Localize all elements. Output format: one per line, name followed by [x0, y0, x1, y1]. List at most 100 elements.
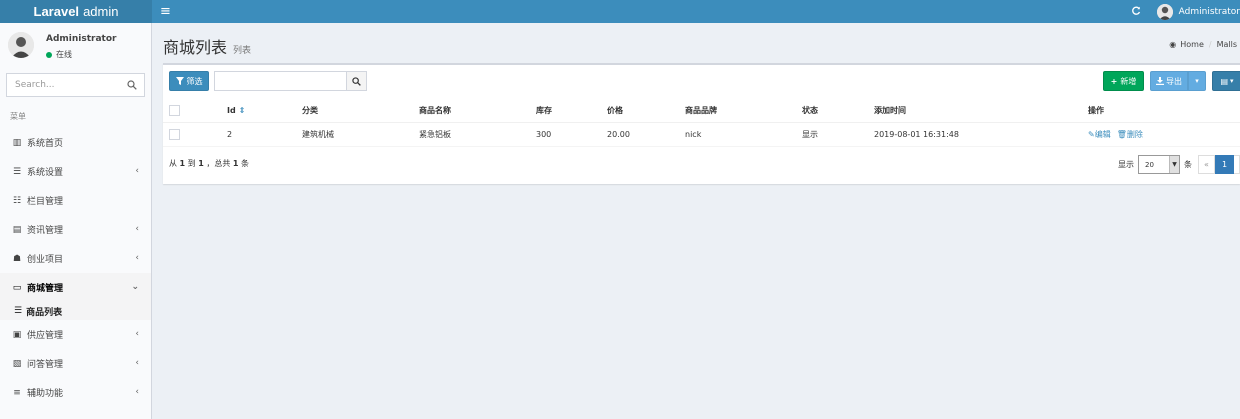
sidebar-subitem-product-list[interactable]: ☰ 商品列表	[0, 302, 151, 320]
cell-price: 20.00	[607, 122, 685, 147]
caret-down-icon: ▼	[1169, 156, 1179, 173]
export-button[interactable]: 导出	[1150, 71, 1188, 91]
column-header-brand: 商品品牌	[685, 99, 802, 123]
sidebar-item-label: 系统首页	[27, 139, 64, 149]
navbar-avatar[interactable]	[1156, 3, 1173, 20]
sort-icon[interactable]: ⇕	[239, 106, 246, 115]
cell-created: 2019-08-01 16:31:48	[874, 122, 1088, 147]
column-header-actions: 操作	[1088, 99, 1240, 123]
sidebar-menu: ▥ 系统首页 ☰ 系统设置 ‹ ☷ 栏目管理 ▤ 资讯管理 ‹ ☗ 创业项目 ‹…	[0, 128, 151, 407]
sidebar-item-label: 供应管理	[27, 331, 64, 341]
sidebar-item-projects[interactable]: ☗ 创业项目 ‹	[0, 244, 151, 273]
sidebar-item-dashboard[interactable]: ▥ 系统首页	[0, 128, 151, 157]
column-header-created: 添加时间	[874, 99, 1088, 123]
edit-label: 编辑	[1094, 129, 1111, 139]
online-dot-icon	[46, 51, 52, 58]
search-icon	[352, 76, 361, 86]
bar-chart-icon: ▥	[12, 137, 22, 148]
page-subtitle: 列表	[233, 46, 252, 56]
pagination: 显示 20 ▼ 条 « 1	[1118, 155, 1240, 174]
sidebar-item-label: 创业项目	[27, 255, 64, 265]
page-button-current[interactable]: 1	[1215, 155, 1234, 174]
menu-header: 菜单	[10, 112, 26, 121]
search-icon[interactable]	[127, 80, 137, 90]
select-all-checkbox[interactable]	[169, 104, 180, 116]
filter-button[interactable]: 筛选	[169, 71, 209, 91]
navbar-user-name[interactable]: Administrator	[1179, 7, 1240, 17]
bus-icon: ▣	[12, 329, 22, 340]
trash-icon: 🗑	[1116, 129, 1127, 139]
column-header-status: 状态	[802, 99, 874, 123]
column-header-price: 价格	[607, 99, 685, 123]
chevron-left-icon: ‹	[135, 387, 139, 397]
table-icon: ▤	[1220, 76, 1229, 86]
new-button[interactable]: + 新增	[1103, 71, 1144, 91]
delete-link[interactable]: 🗑删除	[1117, 130, 1143, 139]
export-dropdown-button[interactable]: ▾	[1188, 71, 1206, 91]
sidebar-item-label: 辅助功能	[27, 389, 64, 399]
cell-stock: 300	[536, 122, 607, 147]
column-header-category: 分类	[302, 99, 419, 123]
top-navbar: Laravel admin ≡ Administrator	[0, 0, 1240, 23]
chevron-left-icon: ‹	[135, 329, 139, 339]
prev-page-button[interactable]: «	[1198, 155, 1215, 174]
per-page-label: 显示	[1118, 160, 1134, 169]
map-icon: ▧	[12, 358, 22, 369]
user-name: Administrator	[46, 34, 117, 44]
columns-button[interactable]: ▤ ▾	[1212, 71, 1240, 91]
quick-search-input[interactable]	[214, 71, 347, 91]
desktop-icon: ▭	[12, 282, 22, 293]
user-status: 在线	[46, 49, 72, 60]
column-header-id[interactable]: Id ⇕	[227, 99, 302, 123]
products-table: Id ⇕ 分类 商品名称 库存 价格 商品品牌 状态 添加时间 操作 2 建筑机械…	[163, 99, 1240, 147]
caret-down-icon: ▾	[1230, 77, 1234, 85]
sidebar-item-label: 问答管理	[27, 360, 64, 370]
chevron-down-icon: ⌄	[131, 282, 139, 292]
summary-from: 1	[179, 159, 186, 168]
cell-name: 紧急铝板	[419, 122, 536, 147]
per-page-value: 20	[1145, 160, 1154, 169]
download-icon	[1156, 77, 1164, 85]
column-header-name: 商品名称	[419, 99, 536, 123]
row-checkbox[interactable]	[169, 128, 180, 140]
sidebar-item-label: 系统设置	[27, 168, 64, 178]
per-page-select[interactable]: 20 ▼	[1138, 155, 1180, 174]
avatar	[8, 32, 34, 58]
search-input[interactable]	[7, 75, 122, 95]
export-button-label: 导出	[1166, 76, 1182, 86]
chevron-left-icon: ‹	[135, 253, 139, 263]
logo-bold: Laravel	[33, 4, 80, 19]
dashboard-icon: ◉	[1169, 40, 1177, 49]
sidebar-item-mall[interactable]: ▭ 商城管理 ⌄	[0, 273, 151, 302]
summary-total: 1	[232, 159, 239, 168]
quick-search-button[interactable]	[346, 71, 367, 91]
page-title: 商城列表	[163, 38, 228, 57]
select-all-cell	[163, 99, 227, 123]
sidebar-toggle-icon[interactable]: ≡	[160, 4, 171, 19]
app-logo[interactable]: Laravel admin	[0, 0, 152, 23]
table-row: 2 建筑机械 紧急铝板 300 20.00 nick 显示 2019-08-01…	[163, 122, 1240, 147]
sidebar-item-supply[interactable]: ▣ 供应管理 ‹	[0, 320, 151, 349]
edit-link[interactable]: ✎编辑	[1088, 130, 1111, 139]
next-page-button[interactable]	[1234, 155, 1240, 174]
sidebar-item-system-settings[interactable]: ☰ 系统设置 ‹	[0, 157, 151, 186]
breadcrumb-home[interactable]: Home	[1180, 40, 1204, 49]
summary-post: 条	[241, 159, 250, 168]
sidebar-item-label: 资讯管理	[27, 226, 64, 236]
sidebar: Administrator 在线 菜单 ▥ 系统首页 ☰ 系统设置 ‹ ☷ 栏目…	[0, 23, 152, 419]
sidebar-item-qa[interactable]: ▧ 问答管理 ‹	[0, 349, 151, 378]
column-header-stock: 库存	[536, 99, 607, 123]
refresh-icon[interactable]	[1131, 5, 1141, 19]
sidebar-item-label: 栏目管理	[27, 197, 64, 207]
column-header-label: Id	[227, 105, 236, 115]
cell-brand: nick	[685, 122, 802, 147]
caret-down-icon: ▾	[1195, 77, 1199, 85]
user-status-text: 在线	[56, 50, 72, 59]
sidebar-item-tools[interactable]: ≡ 辅助功能 ‹	[0, 378, 151, 407]
sidebar-item-news[interactable]: ▤ 资讯管理 ‹	[0, 215, 151, 244]
sidebar-item-columns[interactable]: ☷ 栏目管理	[0, 186, 151, 215]
list-icon: ☰	[14, 306, 23, 316]
cell-actions: ✎编辑 🗑删除	[1088, 122, 1240, 147]
sidebar-item-label: 商品列表	[26, 307, 63, 318]
filter-icon	[175, 77, 184, 85]
